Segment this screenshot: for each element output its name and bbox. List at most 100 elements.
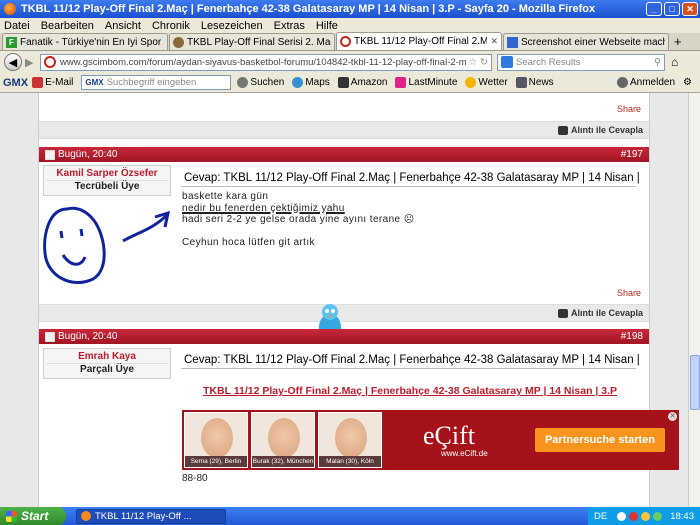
tray-icon[interactable] [653,511,663,521]
menu-extras[interactable]: Extras [274,20,305,32]
post-line: baskette kara gün [182,191,269,202]
post-status-icon [45,149,55,160]
username-link[interactable]: Emrah Kaya [46,351,168,364]
bird-eye [331,309,335,313]
url-text: www.gscimbom.com/forum/aydan-siyavus-bas… [60,56,466,68]
user-info: Emrah Kaya Parçalı Üye [43,348,171,379]
ad-banner[interactable]: Sema (29), Berlin Burak (32), München Ma… [182,410,679,470]
gmx-search-brand: GMX [85,78,104,87]
minimize-button[interactable]: _ [646,2,662,16]
ad-logo: eÇift www.eCift.de [383,410,535,470]
close-button[interactable]: ✕ [682,2,698,16]
quote-reply-button[interactable]: Alıntı ile Cevapla [571,308,643,318]
smiley-drawing [43,206,171,285]
ad-close-icon[interactable]: ✕ [668,412,677,421]
gmx-logo[interactable]: GMX [3,77,28,89]
tab-label: Screenshot einer Webseite machen | EX... [521,36,665,48]
tab-tkbl-final[interactable]: TKBL 11/12 Play-Off Final 2.Maç | Fener.… [336,32,502,50]
profile-photo [268,418,300,458]
post-header: Bugün, 20:40 #198 [39,329,649,344]
gmx-search-placeholder: Suchbegriff eingeben [106,77,197,88]
share-link[interactable]: Share [617,104,641,114]
globe-icon [292,77,304,88]
tray-icon[interactable] [641,511,651,521]
settings-gear-icon[interactable]: ⚙ [683,77,692,88]
gmx-login-label: Anmelden [630,77,676,88]
gmx-login[interactable]: Anmelden [617,77,675,88]
gmx-wetter[interactable]: Wetter [465,77,508,88]
ad-profile[interactable]: Burak (32), München [251,412,315,468]
maximize-button[interactable]: □ [664,2,680,16]
post-line [182,226,415,237]
gmx-search-button[interactable]: Suchen [237,77,284,88]
window-titlebar: TKBL 11/12 Play-Off Final 2.Maç | Fenerb… [0,0,700,18]
search-engine-icon[interactable] [501,56,513,68]
gmx-search-label: Suchen [250,77,285,88]
tray-icon[interactable] [617,511,627,521]
partner-search-button[interactable]: Partnersuche starten [534,428,665,452]
post-title: Cevap: TKBL 11/12 Play-Off Final 2.Maç |… [181,351,640,369]
search-icon [237,77,249,88]
page-scrollbar[interactable] [688,93,700,507]
tab-label: TKBL 11/12 Play-Off Final 2.Maç | Fener.… [354,36,487,47]
taskbar-firefox-item[interactable]: TKBL 11/12 Play-Off ... [76,508,226,524]
right-eye [79,228,84,237]
forward-icon[interactable]: ▶ [25,56,37,69]
thread-link[interactable]: TKBL 11/12 Play-Off Final 2.Maç | Fenerb… [203,385,617,397]
gmx-search-input[interactable]: GMX Suchbegriff eingeben [81,75,232,90]
home-icon[interactable]: ⌂ [671,55,678,69]
taskbar: Start TKBL 11/12 Play-Off ... DE 18:43 [0,507,700,525]
gmx-wetter-label: Wetter [478,77,508,88]
post-status-icon [45,331,55,342]
ad-profile[interactable]: Sema (29), Berlin [184,412,248,468]
gmx-lastminute[interactable]: LastMinute [395,77,457,88]
username-link[interactable]: Kamil Sarper Özsefer [46,168,168,181]
url-bar[interactable]: www.gscimbom.com/forum/aydan-siyavus-bas… [40,53,492,71]
magnifier-icon[interactable]: ⚲ [654,57,661,68]
profile-photo [201,418,233,458]
gmx-amazon[interactable]: Amazon [337,77,388,88]
page-viewport: Share Alıntı ile Cevapla Bugün, 20:40 #1… [0,93,688,507]
site-identity-icon[interactable] [44,56,56,68]
gmx-maps[interactable]: Maps [292,77,330,88]
left-eye [59,230,64,239]
ad-profile[interactable]: Malan (30), Köln [318,412,382,468]
tab-label: TKBL Play-Off Final Serisi 2. Maç: Fener… [187,36,331,48]
search-box[interactable]: Search Results ⚲ [497,53,665,71]
reload-icon[interactable]: ↻ [480,57,488,68]
firefox-icon [81,511,91,521]
post-line: nedir bu fenerden çektiğimiz yahu [182,202,345,214]
quote-reply-button[interactable]: Alıntı ile Cevapla [571,125,643,135]
gmx-news[interactable]: News [515,77,554,88]
menu-ansicht[interactable]: Ansicht [105,20,141,32]
fanatik-icon: F [6,36,17,48]
menu-datei[interactable]: Datei [4,20,30,32]
clock: 18:43 [670,510,694,522]
tray-icon[interactable] [629,511,639,521]
menu-bearbeiten[interactable]: Bearbeiten [41,20,94,32]
new-tab-icon[interactable]: + [674,34,682,50]
menu-hilfe[interactable]: Hilfe [316,20,338,32]
power-icon [617,77,628,88]
tab-tkbl-series[interactable]: TKBL Play-Off Final Serisi 2. Maç: Fener… [169,33,335,50]
tab-close-icon[interactable]: ✕ [490,36,498,47]
post-number[interactable]: #198 [621,331,643,342]
tab-fanatik[interactable]: F Fanatik - Türkiye'nin En İyi Spor Site… [2,33,168,50]
gscimbom-icon [340,36,351,47]
post-title: Cevap: TKBL 11/12 Play-Off Final 2.Maç |… [181,169,640,187]
gmx-amazon-label: Amazon [350,77,388,88]
scrollbar-thumb[interactable] [690,355,700,410]
language-indicator[interactable]: DE [594,511,607,522]
post-number[interactable]: #197 [621,149,643,160]
start-button[interactable]: Start [0,507,66,525]
smile [61,254,87,266]
tab-bar: F Fanatik - Türkiye'nin En İyi Spor Site… [0,32,700,51]
system-tray: DE 18:43 [588,507,700,525]
menu-chronik[interactable]: Chronik [152,20,190,32]
back-icon[interactable]: ◀ [4,53,22,71]
gmx-email[interactable]: E-Mail [32,77,73,88]
bookmark-star-icon[interactable]: ☆ [469,57,478,68]
tab-screenshot[interactable]: Screenshot einer Webseite machen | EX... [503,33,669,50]
share-link[interactable]: Share [617,288,641,298]
menu-lesezeichen[interactable]: Lesezeichen [201,20,263,32]
